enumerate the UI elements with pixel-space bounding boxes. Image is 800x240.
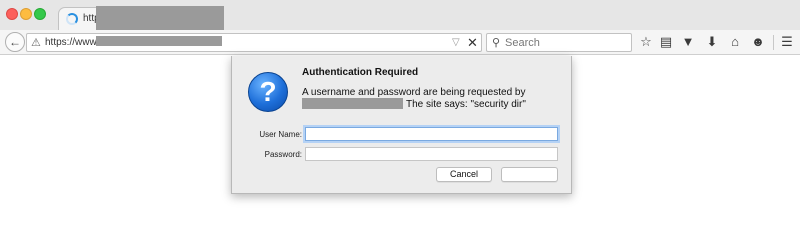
back-arrow-icon: ←	[9, 35, 21, 49]
window-minimize-button[interactable]	[20, 8, 32, 20]
toolbar-divider	[773, 35, 774, 50]
dialog-message: A username and password are being reques…	[302, 87, 526, 98]
address-bar[interactable]: ⚠ https://www2. ▽ ✕	[26, 33, 482, 52]
question-icon: ?	[248, 72, 288, 112]
warning-icon: ⚠	[31, 37, 41, 49]
loading-spinner-icon	[66, 13, 78, 25]
pocket-icon[interactable]: ▼	[680, 34, 696, 50]
dialog-site-message: The site says: "security dir"	[406, 99, 526, 110]
search-icon: ⚲	[492, 37, 501, 49]
redaction-block	[96, 36, 222, 46]
window-maximize-button[interactable]	[34, 8, 46, 20]
ok-button[interactable]	[501, 167, 558, 182]
redacted-hostname	[302, 98, 403, 109]
password-field[interactable]	[305, 147, 558, 161]
reading-list-icon[interactable]: ▤	[658, 34, 674, 50]
search-input[interactable]	[505, 35, 629, 51]
username-label: User Name:	[259, 130, 302, 139]
search-bar[interactable]: ⚲	[486, 33, 632, 52]
download-icon[interactable]: ⬇	[704, 34, 720, 50]
username-field[interactable]	[305, 127, 558, 141]
hello-icon[interactable]: ☻	[750, 34, 766, 50]
password-label: Password:	[264, 150, 302, 159]
dialog-title: Authentication Required	[302, 67, 419, 78]
menu-icon[interactable]: ☰	[779, 34, 795, 50]
dropdown-history-icon[interactable]: ▽	[452, 37, 460, 48]
window-close-button[interactable]	[6, 8, 18, 20]
tab-strip: http	[0, 0, 800, 44]
authentication-dialog: ? Authentication Required A username and…	[231, 56, 572, 194]
star-icon[interactable]: ☆	[638, 34, 654, 50]
stop-icon[interactable]: ✕	[467, 35, 478, 51]
home-icon[interactable]: ⌂	[727, 34, 743, 50]
cancel-button[interactable]: Cancel	[436, 167, 492, 182]
back-button[interactable]: ←	[5, 32, 25, 52]
